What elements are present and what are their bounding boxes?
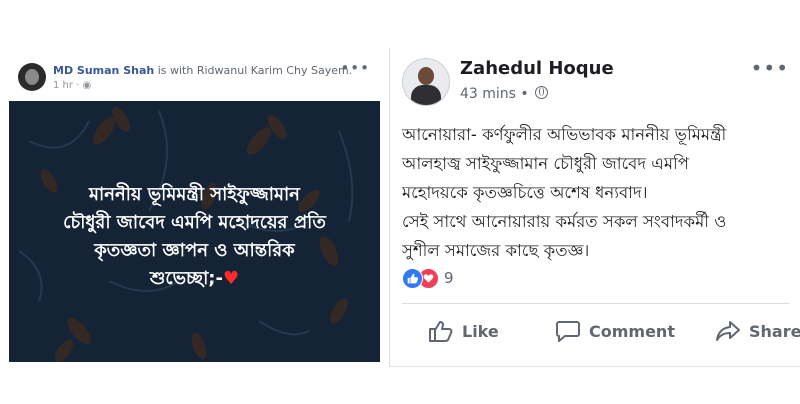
globe-icon: ◉	[82, 80, 92, 91]
tagged-name-link[interactable]: Ridwanul Karim Chy Sayem.	[197, 64, 352, 77]
timestamp-text: 43 mins	[460, 86, 516, 102]
more-options-icon[interactable]: •••	[340, 59, 370, 77]
post-author-line: MD Suman Shah is with Ridwanul Karim Chy…	[53, 64, 352, 77]
post-body-line: সেই সাথে আনোয়ারায় কর্মরত সকল সংবাদকর্ম…	[402, 212, 727, 231]
post-card: Zahedul Hoque 43 mins • ••• আনোয়ারা- কর…	[389, 48, 800, 367]
globe-icon	[535, 86, 549, 99]
heart-icon: ♥	[222, 268, 240, 289]
timestamp-text: 1 hr	[53, 80, 73, 91]
like-reaction-icon	[402, 268, 423, 289]
post-body-line: আনোয়ারা- কর্ণফুলীর অভিভাবক মাননীয় ভূমি…	[402, 125, 727, 144]
author-name-link[interactable]: Zahedul Hoque	[460, 58, 614, 79]
caption-line-2: চৌধুরী জাবেদ এমপি মহোদয়ের প্রতি	[63, 212, 326, 233]
post-timestamp[interactable]: 43 mins •	[460, 86, 549, 102]
post-header: MD Suman Shah is with Ridwanul Karim Chy…	[6, 55, 380, 97]
share-button[interactable]: Share	[715, 316, 800, 346]
post-body-line: মহোদয়কে কৃতজ্ঞচিত্তে অশেষ ধন্যবাদ।	[402, 183, 648, 202]
post-image[interactable]: মাননীয় ভূমিমন্ত্রী সাইফুজ্জামান চৌধুরী …	[9, 101, 380, 362]
with-label: is with	[157, 64, 194, 77]
post-timestamp[interactable]: 1 hr · ◉	[53, 80, 91, 91]
share-label: Share	[749, 321, 800, 341]
share-icon	[716, 321, 740, 341]
author-name-link[interactable]: MD Suman Shah	[53, 64, 154, 77]
post-body: আনোয়ারা- কর্ণফুলীর অভিভাবক মাননীয় ভূমি…	[402, 120, 794, 265]
shared-post-card: MD Suman Shah is with Ridwanul Karim Chy…	[6, 55, 380, 362]
avatar[interactable]	[18, 63, 46, 91]
caption-line-1: মাননীয় ভূমিমন্ত্রী সাইফুজ্জামান	[89, 184, 300, 205]
image-caption-text: মাননীয় ভূমিমন্ত্রী সাইফুজ্জামান চৌধুরী …	[9, 181, 380, 293]
caption-line-4: শুভেচ্ছা;-♥	[9, 265, 380, 293]
more-options-icon[interactable]: •••	[751, 56, 789, 80]
reaction-count: 9	[444, 269, 454, 287]
comment-icon	[556, 321, 580, 342]
comment-label: Comment	[589, 321, 675, 341]
post-action-bar: Like Comment Share	[390, 304, 800, 364]
thumbs-up-icon	[429, 321, 453, 342]
comment-button[interactable]: Comment	[555, 316, 675, 346]
like-button[interactable]: Like	[428, 316, 499, 346]
caption-line-3: কৃতজ্ঞতা জ্ঞাপন ও আন্তরিক	[94, 240, 295, 261]
post-body-line: আলহাজ্ব সাইফুজ্জামান চৌধুরী জাবেদ এমপি	[402, 154, 689, 173]
like-label: Like	[462, 321, 499, 341]
avatar[interactable]	[402, 58, 450, 106]
caption-line-4-text: শুভেচ্ছা;-	[149, 268, 223, 289]
post-body-line: সুশীল সমাজের কাছে কৃতজ্ঞ।	[402, 241, 590, 260]
